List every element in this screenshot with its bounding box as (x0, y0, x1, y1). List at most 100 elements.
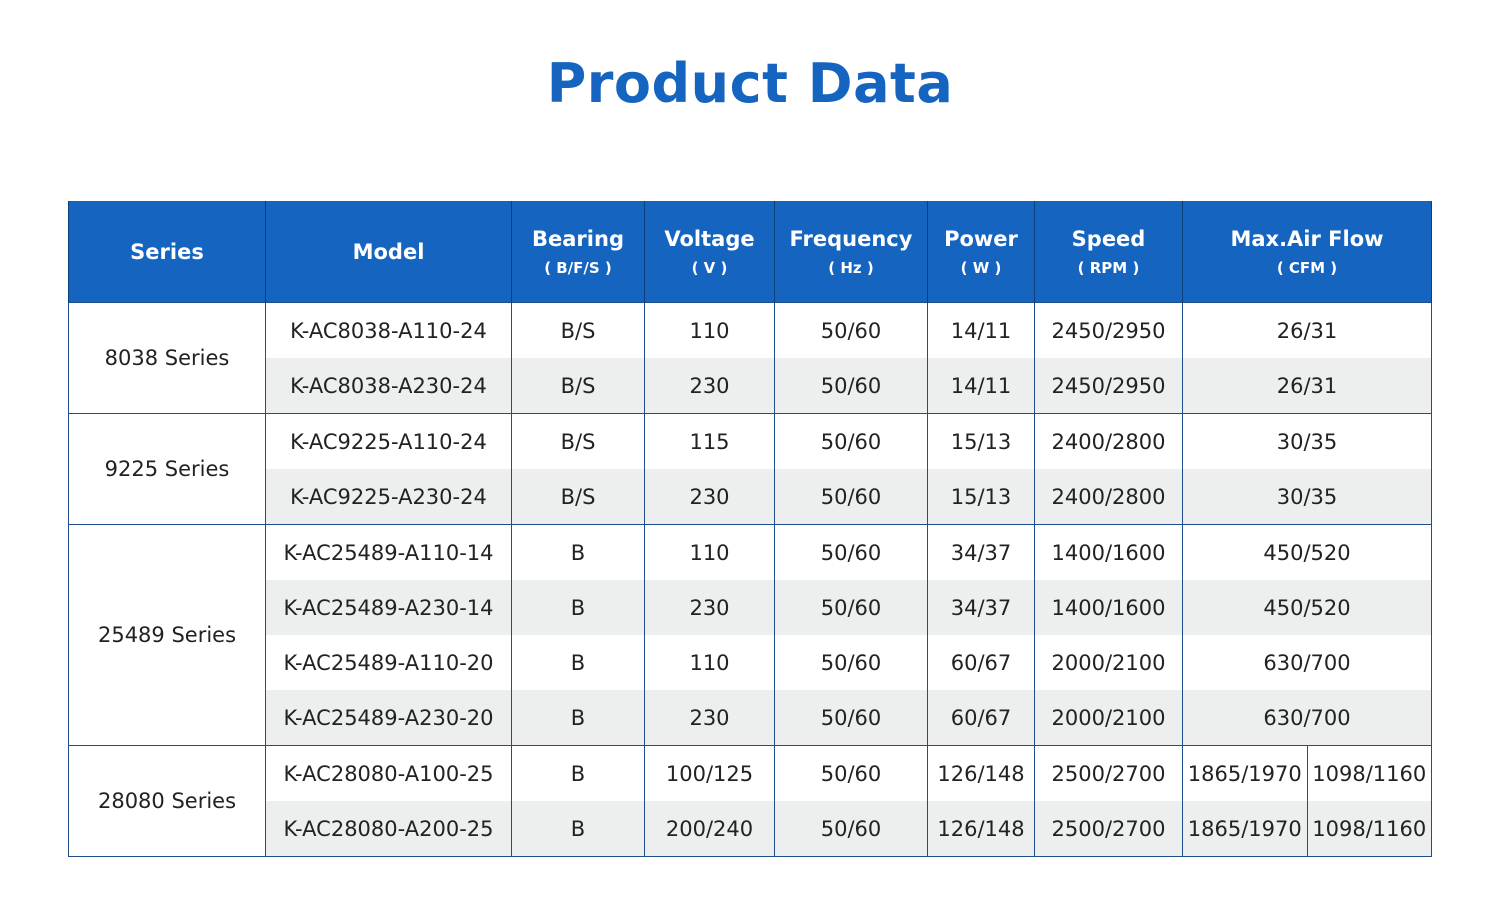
column-header-label: Model (352, 239, 425, 264)
airflow-split: 1865/1970 1098/1160 (1183, 801, 1431, 856)
airflow-cell: 450/520 (1182, 580, 1432, 635)
speed-cell: 1400/1600 (1034, 580, 1183, 635)
model-cell: K-AC8038-A230-24 (265, 358, 512, 414)
voltage-cell: 230 (644, 358, 775, 414)
speed-cell: 2400/2800 (1034, 469, 1183, 525)
speed-cell: 2500/2700 (1034, 801, 1183, 857)
frequency-cell: 50/60 (774, 469, 928, 525)
column-header-bearing: Bearing ( B/F/S ) (511, 201, 645, 303)
model-cell: K-AC25489-A230-14 (265, 580, 512, 635)
column-header-frequency: Frequency ( Hz ) (774, 201, 928, 303)
voltage-cell: 110 (644, 302, 775, 358)
table-row: 9225 Series K-AC9225-A110-24 B/S 115 50/60 15… (68, 413, 1432, 525)
column-header-unit: ( CFM ) (1276, 258, 1338, 277)
bearing-cell: B (511, 524, 645, 580)
airflow-cell: 450/520 (1182, 524, 1432, 580)
column-header-series: Series (68, 201, 266, 303)
column-header-power: Power ( W ) (927, 201, 1035, 303)
model-cell: K-AC28080-A100-25 (265, 745, 512, 801)
model-cell: K-AC28080-A200-25 (265, 801, 512, 857)
power-cell: 60/67 (927, 690, 1035, 746)
model-cell: K-AC25489-A110-20 (265, 635, 512, 690)
column-header-label: Series (130, 239, 204, 264)
table-row: 8038 Series K-AC8038-A110-24 B/S 110 50/60 14… (68, 302, 1432, 414)
speed-cell: 2000/2100 (1034, 635, 1183, 690)
table-body: 8038 Series K-AC8038-A110-24 B/S 110 50/60 14… (68, 302, 1432, 857)
voltage-cell: 100/125 (644, 745, 775, 801)
column-header-speed: Speed ( RPM ) (1034, 201, 1183, 303)
column-header-unit: ( Hz ) (828, 258, 874, 277)
airflow-cell: 30/35 (1182, 469, 1432, 525)
airflow-value: 1865/1970 (1183, 801, 1308, 856)
power-cell: 126/148 (927, 745, 1035, 801)
frequency-cell: 50/60 (774, 745, 928, 801)
airflow-value: 1865/1970 (1183, 746, 1308, 801)
series-cell: 8038 Series (68, 302, 266, 414)
voltage-cell: 200/240 (644, 801, 775, 857)
airflow-cell: 30/35 (1182, 413, 1432, 469)
column-header-unit: ( V ) (691, 258, 728, 277)
column-header-label: Power (944, 226, 1018, 251)
power-cell: 126/148 (927, 801, 1035, 857)
airflow-value: 1098/1160 (1312, 761, 1427, 786)
speed-cell: 2450/2950 (1034, 302, 1183, 358)
power-cell: 15/13 (927, 469, 1035, 525)
table-header-row: Series Model Bearing ( B/F/S ) Voltage ( V ) F… (68, 201, 1432, 303)
speed-cell: 2450/2950 (1034, 358, 1183, 414)
frequency-cell: 50/60 (774, 580, 928, 635)
bearing-cell: B/S (511, 302, 645, 358)
table-row: K-AC9225-A230-24 B/S 230 50/60 15/13 2400/280… (69, 469, 1432, 525)
table-row: 25489 Series K-AC25489-A110-14 B 110 50/60 34… (68, 524, 1432, 746)
table-row: K-AC25489-A230-14 B 230 50/60 34/37 1400/1600… (69, 580, 1432, 635)
bearing-cell: B (511, 580, 645, 635)
airflow-value: 1098/1160 (1312, 816, 1427, 841)
table-row: K-AC28080-A200-25 B 200/240 50/60 126/148 250… (69, 801, 1432, 857)
power-cell: 14/11 (927, 302, 1035, 358)
airflow-cell: 26/31 (1182, 302, 1432, 358)
power-cell: 60/67 (927, 635, 1035, 690)
table-row: K-AC8038-A230-24 B/S 230 50/60 14/11 2450/295… (69, 358, 1432, 414)
speed-cell: 2400/2800 (1034, 413, 1183, 469)
voltage-cell: 230 (644, 469, 775, 525)
column-header-model: Model (265, 201, 512, 303)
table-row: K-AC25489-A110-20 B 110 50/60 60/67 2000/2100… (69, 635, 1432, 690)
airflow-cell: 26/31 (1182, 358, 1432, 414)
voltage-cell: 230 (644, 580, 775, 635)
frequency-cell: 50/60 (774, 358, 928, 414)
table-row: 28080 Series K-AC28080-A100-25 B 100/125 50/… (68, 745, 1432, 857)
power-cell: 14/11 (927, 358, 1035, 414)
model-cell: K-AC9225-A110-24 (265, 413, 512, 469)
model-cell: K-AC25489-A110-14 (265, 524, 512, 580)
series-cell: 9225 Series (68, 413, 266, 525)
bearing-cell: B/S (511, 413, 645, 469)
airflow-cell: 1865/1970 1098/1160 (1182, 801, 1432, 857)
column-header-voltage: Voltage ( V ) (644, 201, 775, 303)
bearing-cell: B (511, 745, 645, 801)
power-cell: 15/13 (927, 413, 1035, 469)
column-header-label: Max.Air Flow (1230, 226, 1384, 251)
bearing-cell: B (511, 690, 645, 746)
speed-cell: 2500/2700 (1034, 745, 1183, 801)
bearing-cell: B/S (511, 469, 645, 525)
bearing-cell: B/S (511, 358, 645, 414)
model-cell: K-AC8038-A110-24 (265, 302, 512, 358)
airflow-cell: 630/700 (1182, 690, 1432, 746)
column-header-max-air-flow: Max.Air Flow ( CFM ) (1182, 201, 1432, 303)
speed-cell: 1400/1600 (1034, 524, 1183, 580)
series-cell: 25489 Series (68, 524, 266, 746)
voltage-cell: 110 (644, 635, 775, 690)
frequency-cell: 50/60 (774, 801, 928, 857)
voltage-cell: 230 (644, 690, 775, 746)
column-header-unit: ( W ) (960, 258, 1002, 277)
airflow-cell: 1865/1970 1098/1160 (1182, 745, 1432, 801)
column-header-unit: ( RPM ) (1077, 258, 1140, 277)
voltage-cell: 115 (644, 413, 775, 469)
series-cell: 28080 Series (68, 745, 266, 857)
airflow-cell: 630/700 (1182, 635, 1432, 690)
power-cell: 34/37 (927, 580, 1035, 635)
airflow-split: 1865/1970 1098/1160 (1183, 746, 1431, 801)
model-cell: K-AC25489-A230-20 (265, 690, 512, 746)
column-header-label: Bearing (532, 226, 624, 251)
frequency-cell: 50/60 (774, 635, 928, 690)
column-header-label: Voltage (664, 226, 755, 251)
